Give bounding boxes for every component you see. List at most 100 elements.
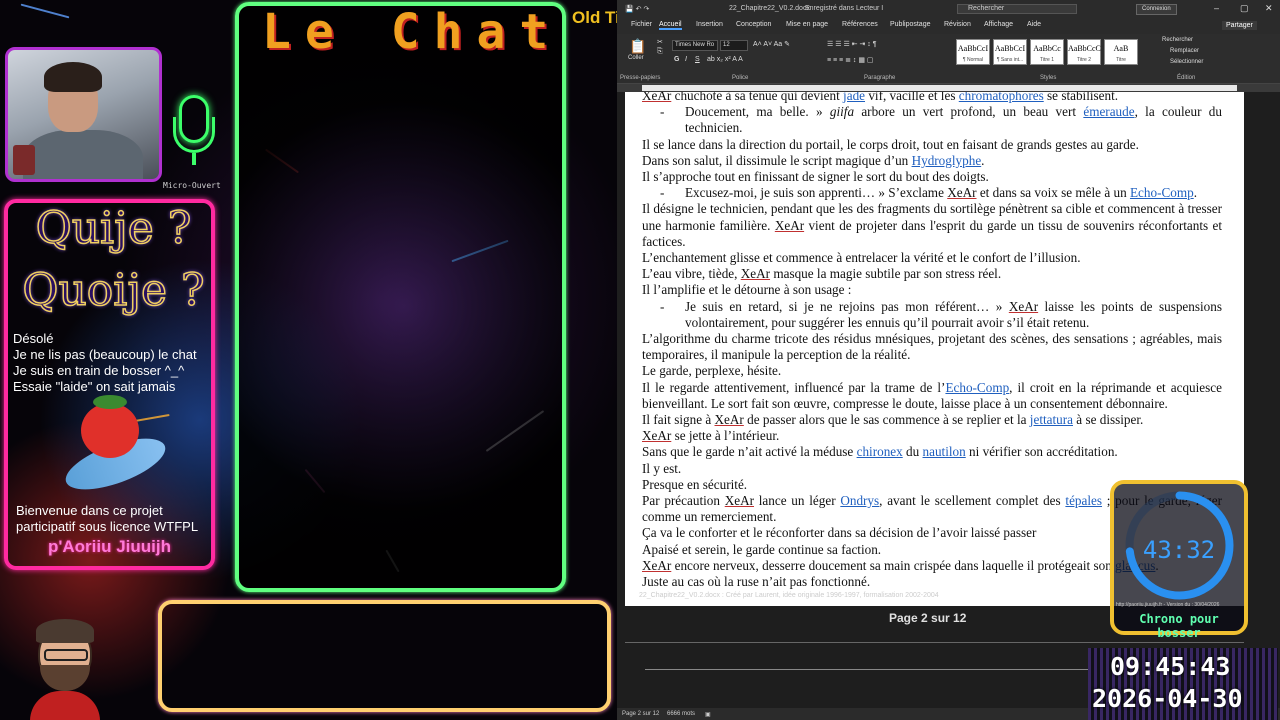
underline-button[interactable]: S — [695, 56, 700, 63]
group-label: Paragraphe — [864, 75, 896, 81]
footer-metadata: 22_Chapitre22_V0.2.docx : Créé par Laure… — [639, 592, 939, 599]
style-titre1[interactable]: AaBbCc Titre 1 — [1030, 39, 1064, 65]
paragraph: Il le regarde attentivement, influencé p… — [642, 379, 1222, 411]
paragraph: XeAr se jette à l’intérieur. — [642, 428, 780, 444]
dialogue-paragraph: - Je suis en retard, si je ne rejoins pas… — [660, 298, 1222, 330]
dialogue-paragraph: - Doucement, ma belle. » giifa arbore un … — [660, 104, 1222, 136]
group-label: Police — [732, 75, 749, 81]
paragraph: Il l’amplifie et le détourne à son usage… — [642, 282, 852, 298]
cut-icon[interactable]: ✂ — [657, 38, 663, 46]
group-label: Styles — [1040, 75, 1057, 81]
webcam-feed — [5, 47, 162, 182]
select-button[interactable]: Sélectionner — [1170, 59, 1203, 65]
maximize-icon[interactable]: ▢ — [1240, 3, 1249, 14]
tab-publipostage[interactable]: Publipostage — [890, 21, 930, 28]
connexion-button[interactable]: Connexion — [1136, 4, 1177, 15]
microphone-icon — [167, 95, 222, 180]
tab-accueil[interactable]: Accueil — [659, 21, 682, 30]
minimize-icon[interactable]: – — [1214, 3, 1219, 13]
chrono-label: Chrono pour bosser — [1139, 612, 1219, 640]
status-words[interactable]: 6666 mots — [667, 711, 695, 717]
author-signature: p'Aoriiu Jiuuijh — [47, 537, 172, 556]
document-title: 22_Chapitre22_V0.2.docx — [729, 5, 810, 12]
find-button[interactable]: Rechercher — [1162, 37, 1193, 43]
tab-conception[interactable]: Conception — [736, 21, 771, 28]
cartoon-avatar — [30, 617, 100, 720]
info-line: Je ne lis pas (beaucoup) le chat — [13, 347, 197, 362]
word-titlebar: 💾 ↶ ↷ 22_Chapitre22_V0.2.docx Enregistré… — [617, 0, 1280, 18]
list-buttons[interactable]: ☰ ☰ ☰ ⇤ ⇥ ↕ ¶ — [827, 40, 877, 48]
format-buttons[interactable]: ab x₂ x² A A — [707, 56, 743, 63]
paragraph: Dans son salut, il dissimule le script m… — [642, 152, 985, 168]
clock-date: 2026-04-30 — [1092, 684, 1243, 713]
chrono-widget: 43:32 http://paoriiu.jiuuijh.fr - Versio… — [1110, 480, 1248, 640]
chrono-url: http://paoriiu.jiuuijh.fr - Version du :… — [1116, 602, 1220, 608]
chat-title: Le Chat — [262, 4, 563, 60]
paragraph: XeAr chuchote à sa tenue qui devient jad… — [642, 92, 1119, 103]
save-icon[interactable]: 💾 ↶ ↷ — [625, 5, 649, 13]
align-buttons[interactable]: ≡ ≡ ≡ ≣ ↕ ▦ ▢ — [827, 56, 874, 64]
welcome-line: Bienvenue dans ce projet — [16, 503, 163, 518]
paragraph: Il y est. — [642, 460, 682, 476]
paragraph: L’algorithme du charme tricote des résid… — [642, 331, 1222, 363]
mic-status-label: Micro-Ouvert — [163, 181, 221, 190]
clock-time: 09:45:43 — [1110, 652, 1231, 681]
paragraph: Il désigne le technicien, pendant que le… — [642, 201, 1223, 249]
style-titre2[interactable]: AaBbCcC Titre 2 — [1067, 39, 1101, 65]
status-page[interactable]: Page 2 sur 12 — [622, 711, 659, 717]
dialogue-paragraph: - Excusez-moi, je suis son apprenti… » S’… — [660, 185, 1197, 201]
search-input[interactable]: Rechercher — [957, 4, 1077, 14]
paragraph: L’eau vibre, tiède, XeAr masque la magie… — [642, 266, 1002, 282]
font-grow-icon[interactable]: A˄ A˅ Aa ✎ — [753, 40, 790, 48]
tomato-surfer-logo — [59, 395, 172, 500]
paragraph: Il s’approche tout en finissant de signe… — [642, 169, 989, 185]
horizontal-ruler[interactable] — [617, 84, 1280, 92]
webcam-person-body — [23, 130, 143, 179]
ribbon-toolbar: 📋 Coller ✂ ⎘ Times New Ro 12 A˄ A˅ Aa ✎ … — [617, 34, 1280, 84]
tab-revision[interactable]: Révision — [944, 21, 971, 28]
paste-icon[interactable]: 📋 — [629, 38, 646, 55]
style-sans-interligne[interactable]: AaBbCcI ¶ Sans int... — [993, 39, 1027, 65]
close-icon[interactable]: ✕ — [1265, 3, 1273, 14]
paragraph: Il se lance dans la direction du portail… — [642, 136, 1139, 152]
italic-button[interactable]: I — [685, 56, 687, 63]
save-status: Enregistré dans Lecteur I — [805, 5, 884, 12]
group-label: Édition — [1177, 75, 1196, 81]
info-panel: Quije ? Quoije ? Désolé Je ne lis pas (b… — [4, 199, 215, 570]
paragraph: Il fait signe à XeAr de passer alors que… — [642, 412, 1144, 428]
ribbon-tabs: Fichier Accueil Insertion Conception Mis… — [617, 18, 1280, 34]
tab-insertion[interactable]: Insertion — [696, 21, 723, 28]
style-titre[interactable]: AaB Titre — [1104, 39, 1138, 65]
font-name-select[interactable]: Times New Ro — [672, 40, 718, 51]
lower-frame — [158, 600, 611, 712]
style-normal[interactable]: AaBbCcI ¶ Normal — [956, 39, 990, 65]
info-message: Désolé Je ne lis pas (beaucoup) le chat … — [13, 331, 197, 395]
clock-widget: 09:45:43 2026-04-30 — [1088, 648, 1278, 720]
quiz-title-line2: Quoije ? — [22, 264, 206, 317]
stream-overlay: Micro-Ouvert Quije ? Quoije ? Désolé Je … — [0, 0, 1280, 720]
webcam-cup — [13, 145, 35, 175]
info-line: Essaie "laide" on sait jamais — [13, 379, 176, 394]
copy-icon[interactable]: ⎘ — [657, 48, 663, 56]
info-line: Désolé — [13, 331, 54, 346]
share-button[interactable]: Partager — [1222, 21, 1257, 30]
tab-affichage[interactable]: Affichage — [984, 21, 1013, 28]
background-streak — [20, 3, 70, 19]
welcome-message: Bienvenue dans ce projet participatif so… — [16, 503, 198, 535]
paste-label[interactable]: Coller — [628, 55, 644, 61]
tab-fichier[interactable]: Fichier — [631, 21, 652, 28]
tab-aide[interactable]: Aide — [1027, 21, 1041, 28]
quiz-title-line1: Quije ? — [35, 202, 192, 255]
paragraph: L’enchantement glisse et commence à entr… — [642, 250, 1081, 266]
group-label: Presse-papiers — [620, 75, 661, 81]
font-size-select[interactable]: 12 — [720, 40, 748, 51]
page-number: Page 2 sur 12 — [889, 611, 967, 625]
chat-panel — [235, 2, 566, 592]
replace-button[interactable]: Remplacer — [1170, 48, 1199, 54]
proofing-icon[interactable]: ▣ — [705, 711, 711, 718]
tab-mise-en-page[interactable]: Mise en page — [786, 21, 828, 28]
bold-button[interactable]: G — [674, 56, 679, 63]
tab-references[interactable]: Références — [842, 21, 878, 28]
chrono-time: 43:32 — [1142, 536, 1216, 564]
info-line: Je suis en train de bosser ^_^ — [13, 363, 185, 378]
